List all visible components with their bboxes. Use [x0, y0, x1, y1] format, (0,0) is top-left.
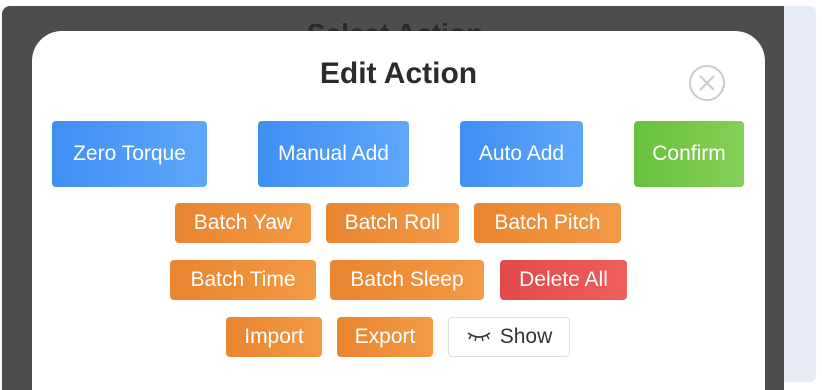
side-panel [784, 6, 816, 382]
dialog-title: Edit Action [319, 57, 478, 90]
auto-add-button[interactable]: Auto Add [460, 121, 583, 187]
edit-action-dialog: Edit Action Zero Torque Manual Add Auto … [32, 31, 765, 390]
close-icon [699, 75, 715, 91]
batch-sleep-button[interactable]: Batch Sleep [330, 260, 484, 300]
delete-all-button[interactable]: Delete All [500, 260, 627, 300]
batch-yaw-button[interactable]: Batch Yaw [175, 203, 311, 243]
show-button-label: Show [499, 325, 553, 348]
show-button[interactable]: Show [448, 317, 570, 357]
batch-time-button[interactable]: Batch Time [170, 260, 316, 300]
manual-add-button[interactable]: Manual Add [258, 121, 409, 187]
import-button[interactable]: Import [226, 317, 322, 357]
confirm-button[interactable]: Confirm [634, 121, 744, 187]
export-button[interactable]: Export [337, 317, 433, 357]
close-button[interactable] [689, 65, 725, 101]
eye-closed-icon [466, 330, 492, 344]
batch-pitch-button[interactable]: Batch Pitch [474, 203, 621, 243]
zero-torque-button[interactable]: Zero Torque [52, 121, 207, 187]
batch-roll-button[interactable]: Batch Roll [326, 203, 459, 243]
